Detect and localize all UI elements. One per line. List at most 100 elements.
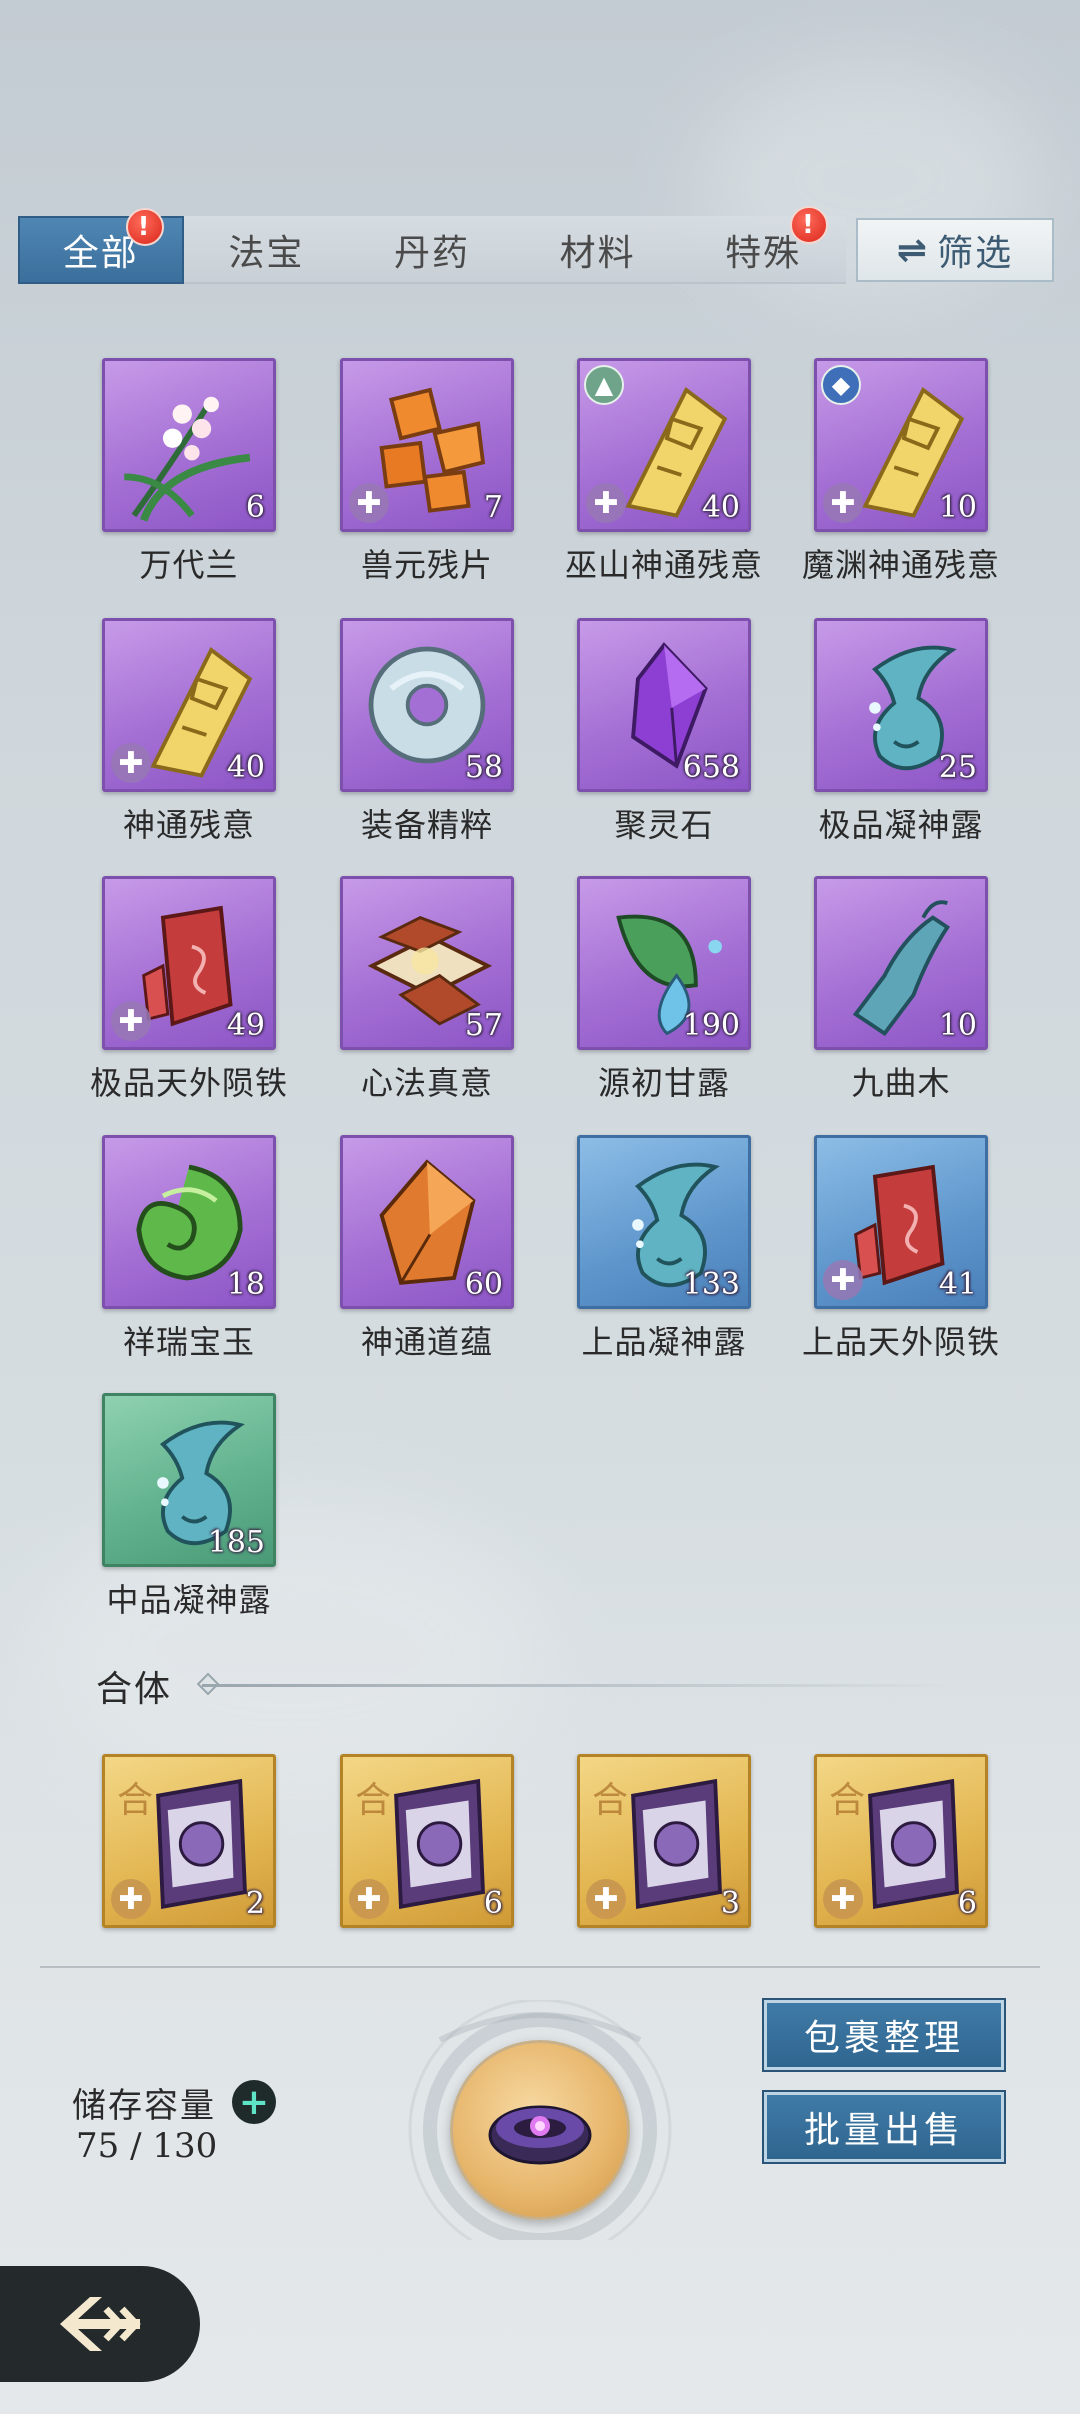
inventory-item[interactable]: ◆ ✚ 10 魔渊神通残意 [802, 358, 999, 598]
item-icon-frame: 合 ✚ 3 [577, 1754, 751, 1928]
item-quantity: 25 [938, 750, 977, 785]
merge-item[interactable]: 合 ✚ 6 [332, 1754, 522, 1994]
merge-char: 合 [117, 1780, 154, 1821]
inventory-item[interactable]: ✚ 49 极品天外陨铁 [90, 876, 287, 1116]
item-name: 魔渊神通残意 [801, 546, 1000, 584]
item-icon-frame: ✚ 40 [102, 618, 276, 792]
item-icon-frame: ✚ 7 [340, 358, 514, 532]
item-icon-frame: ▲ ✚ 40 [577, 358, 751, 532]
item-quantity: 6 [483, 1886, 503, 1921]
inventory-item[interactable]: 58 装备精粹 [332, 618, 522, 858]
item-icon-frame: 10 [814, 876, 988, 1050]
puzzle-piece-icon: ✚ [586, 1879, 626, 1919]
tab-treasure[interactable]: 法宝 [184, 216, 350, 284]
tab-materials[interactable]: 材料 [515, 216, 681, 284]
puzzle-piece-icon: ✚ [823, 1260, 863, 1300]
item-name: 九曲木 [851, 1064, 951, 1102]
inventory-item[interactable]: 6 万代兰 [94, 358, 284, 598]
inventory-item[interactable]: ✚ 40 神通残意 [94, 618, 284, 858]
merge-item[interactable]: 合 ✚ 3 [569, 1754, 759, 1994]
item-name: 极品凝神露 [818, 806, 984, 844]
abyss-sect-icon: ◆ [821, 365, 861, 405]
tab-label: 法宝 [228, 233, 305, 274]
item-name: 万代兰 [139, 546, 239, 584]
item-quantity: 10 [938, 1008, 977, 1043]
merge-item[interactable]: 合 ✚ 6 [806, 1754, 996, 1994]
bulk-sell-label: 批量出售 [803, 2110, 964, 2151]
inventory-item[interactable]: ✚ 41 上品天外陨铁 [802, 1135, 999, 1375]
section-title: 合体 [96, 1669, 173, 1710]
inventory-item[interactable]: 190 源初甘露 [569, 876, 759, 1116]
item-icon-frame: 185 [102, 1393, 276, 1567]
merge-char: 合 [829, 1780, 866, 1821]
item-quantity: 58 [464, 750, 503, 785]
item-quantity: 6 [957, 1886, 977, 1921]
item-name: 源初甘露 [597, 1064, 730, 1102]
item-quantity: 658 [682, 750, 740, 785]
notification-badge-icon: ! [789, 206, 828, 244]
tab-special[interactable]: 特殊 ! [680, 206, 846, 284]
bulk-sell-button[interactable]: 批量出售 [764, 2092, 1004, 2162]
item-name: 极品天外陨铁 [89, 1064, 288, 1102]
bottom-divider [40, 1966, 1040, 1968]
item-name: 聚灵石 [614, 806, 714, 844]
item-quantity: 57 [464, 1008, 503, 1043]
inventory-item[interactable]: 133 上品凝神露 [569, 1135, 759, 1375]
item-name: 装备精粹 [360, 806, 493, 844]
item-icon-frame: 合 ✚ 2 [102, 1754, 276, 1928]
item-icon-frame: ✚ 49 [102, 876, 276, 1050]
puzzle-piece-icon: ✚ [823, 1879, 863, 1919]
puzzle-piece-icon: ✚ [823, 483, 863, 523]
inventory-item[interactable]: ▲ ✚ 40 巫山神通残意 [565, 358, 762, 598]
inventory-item[interactable]: 57 心法真意 [332, 876, 522, 1116]
item-quantity: 49 [226, 1008, 265, 1043]
item-quantity: 190 [682, 1008, 740, 1043]
merge-char: 合 [355, 1780, 392, 1821]
puzzle-piece-icon: ✚ [349, 483, 389, 523]
item-name: 神通残意 [122, 806, 255, 844]
item-name: 中品凝神露 [106, 1581, 272, 1619]
puzzle-piece-icon: ✚ [111, 1001, 151, 1041]
storage-ring-icon [488, 2105, 592, 2165]
item-icon-frame: 658 [577, 618, 751, 792]
item-quantity: 2 [245, 1886, 265, 1921]
item-quantity: 40 [226, 750, 265, 785]
merge-item[interactable]: 合 ✚ 2 [94, 1754, 284, 1994]
item-quantity: 7 [483, 490, 503, 525]
puzzle-piece-icon: ✚ [586, 483, 626, 523]
item-quantity: 3 [720, 1886, 740, 1921]
item-icon-frame: 190 [577, 876, 751, 1050]
item-name: 心法真意 [360, 1064, 493, 1102]
puzzle-piece-icon: ✚ [349, 1879, 389, 1919]
tab-label: 特殊 [725, 233, 802, 274]
puzzle-piece-icon: ✚ [111, 1879, 151, 1919]
item-quantity: 41 [938, 1267, 977, 1302]
section-divider [202, 1684, 962, 1687]
tab-label: 丹药 [393, 233, 470, 274]
storage-ring-button[interactable] [450, 2040, 630, 2220]
inventory-item[interactable]: 25 极品凝神露 [806, 618, 996, 858]
inventory-item[interactable]: ✚ 7 兽元残片 [332, 358, 522, 598]
item-icon-frame: 18 [102, 1135, 276, 1309]
back-button[interactable] [0, 2266, 200, 2382]
item-quantity: 40 [701, 490, 740, 525]
filter-button[interactable]: ⇌ 筛选 [856, 218, 1054, 282]
inventory-item[interactable]: 10 九曲木 [806, 876, 996, 1116]
expand-storage-plus-icon[interactable]: + [232, 2080, 276, 2124]
tab-pills[interactable]: 丹药 [349, 216, 515, 284]
item-quantity: 6 [245, 490, 265, 525]
organize-bag-button[interactable]: 包裹整理 [764, 2000, 1004, 2070]
tab-all[interactable]: 全部 ! [18, 208, 184, 284]
item-icon-frame: 合 ✚ 6 [340, 1754, 514, 1928]
puzzle-piece-icon: ✚ [111, 743, 151, 783]
swap-arrows-icon: ⇌ [896, 229, 930, 271]
inventory-item[interactable]: 18 祥瑞宝玉 [94, 1135, 284, 1375]
inventory-item[interactable]: 658 聚灵石 [569, 618, 759, 858]
item-icon-frame: 133 [577, 1135, 751, 1309]
inventory-item[interactable]: 60 神通道蕴 [332, 1135, 522, 1375]
item-name: 神通道蕴 [360, 1323, 493, 1361]
inventory-item[interactable]: 185 中品凝神露 [94, 1393, 284, 1633]
organize-label: 包裹整理 [803, 2018, 964, 2059]
item-quantity: 133 [682, 1267, 740, 1302]
item-name: 上品天外陨铁 [801, 1323, 1000, 1361]
